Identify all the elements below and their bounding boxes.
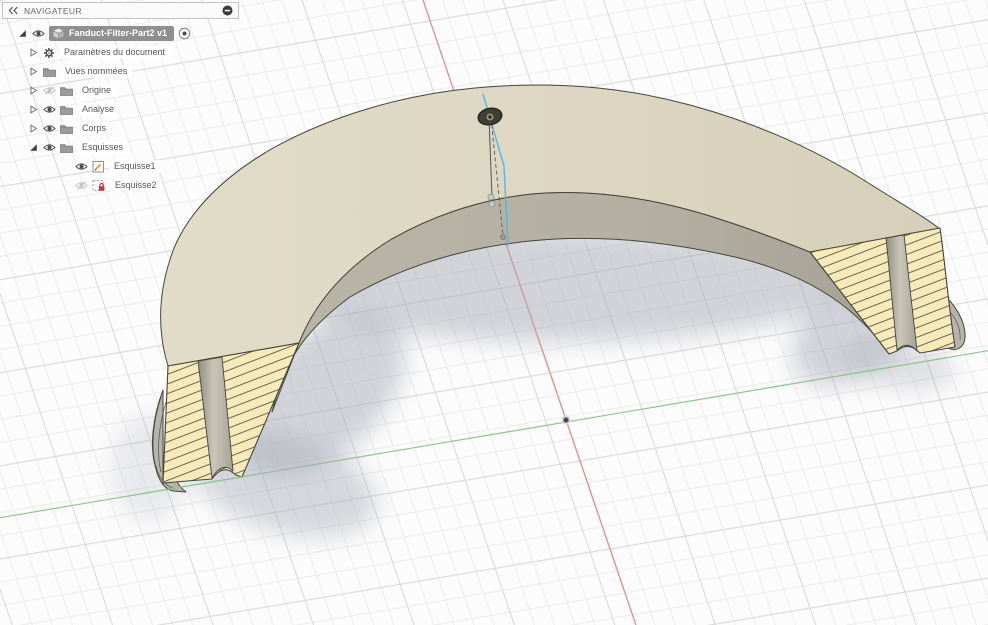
- tree-item-esquisses[interactable]: Esquisses: [2, 138, 239, 157]
- minimize-panel-icon[interactable]: [222, 5, 233, 16]
- tree-item-origine[interactable]: Origine: [2, 81, 239, 100]
- tree-item-esquisse1[interactable]: Esquisse1: [2, 157, 239, 176]
- hole-center-dot: [488, 115, 492, 119]
- visibility-off-icon[interactable]: [43, 86, 56, 95]
- tree-item-label: Fanduct-Filter-Part2 v1: [69, 28, 168, 38]
- folder-icon: [60, 105, 73, 115]
- tree-item-esquisse2[interactable]: Esquisse2: [2, 176, 239, 195]
- tree-item-param-tres-du-document[interactable]: Paramètres du document: [2, 43, 239, 62]
- origin-point[interactable]: [561, 415, 571, 425]
- expander-collapsed-icon[interactable]: [29, 48, 38, 57]
- expander-collapsed-icon[interactable]: [29, 105, 38, 114]
- sketch-icon: [92, 160, 105, 173]
- cube-icon: [52, 27, 65, 40]
- tree-item-analyse[interactable]: Analyse: [2, 100, 239, 119]
- expander-collapsed-icon[interactable]: [29, 124, 38, 133]
- folder-icon: [60, 86, 73, 96]
- tree-item-corps[interactable]: Corps: [2, 119, 239, 138]
- visibility-on-icon[interactable]: [75, 162, 88, 171]
- folder-icon: [43, 67, 56, 77]
- collapse-panel-icon[interactable]: [8, 6, 18, 15]
- sketch-locked-icon: [92, 179, 106, 192]
- sketch-point-1[interactable]: [487, 193, 495, 201]
- sketch-point-3[interactable]: [499, 233, 506, 240]
- gear-icon: [43, 47, 55, 59]
- fusion-viewport-window: NAVIGATEUR Fanduct-Filter-Part2 v1 Paramè…: [0, 0, 988, 625]
- tree-item-fanduct-filter-part2-v1[interactable]: Fanduct-Filter-Part2 v1: [2, 24, 239, 43]
- tree-item-label: Paramètres du document: [59, 46, 171, 59]
- sketch-point-2[interactable]: [488, 200, 496, 208]
- navigator-tree: Fanduct-Filter-Part2 v1 Paramètres du doc…: [2, 24, 239, 195]
- visibility-on-icon[interactable]: [43, 143, 56, 152]
- panel-title: NAVIGATEUR: [24, 5, 82, 16]
- activate-radio-icon[interactable]: [178, 27, 191, 40]
- visibility-on-icon[interactable]: [32, 29, 45, 38]
- expander-collapsed-icon[interactable]: [29, 67, 38, 76]
- visibility-off-icon[interactable]: [75, 181, 88, 190]
- expander-expanded-icon[interactable]: [29, 143, 38, 152]
- tree-item-label: Analyse: [77, 103, 120, 116]
- visibility-on-icon[interactable]: [43, 124, 56, 133]
- visibility-on-icon[interactable]: [43, 105, 56, 114]
- tree-item-label: Corps: [77, 122, 112, 135]
- folder-icon: [60, 143, 73, 153]
- tree-item-label: Origine: [77, 84, 117, 97]
- selected-item-highlight[interactable]: Fanduct-Filter-Part2 v1: [49, 26, 175, 41]
- tree-item-label: Esquisse2: [110, 179, 162, 192]
- expander-expanded-icon[interactable]: [18, 29, 27, 38]
- navigator-panel: NAVIGATEUR Fanduct-Filter-Part2 v1 Paramè…: [2, 2, 239, 195]
- folder-icon: [60, 124, 73, 134]
- tree-item-label: Vues nommées: [60, 65, 133, 78]
- tree-item-label: Esquisses: [77, 141, 129, 154]
- tree-item-label: Esquisse1: [109, 160, 161, 173]
- tree-item-vues-nomm-es[interactable]: Vues nommées: [2, 62, 239, 81]
- navigator-header[interactable]: NAVIGATEUR: [2, 2, 239, 19]
- expander-collapsed-icon[interactable]: [29, 86, 38, 95]
